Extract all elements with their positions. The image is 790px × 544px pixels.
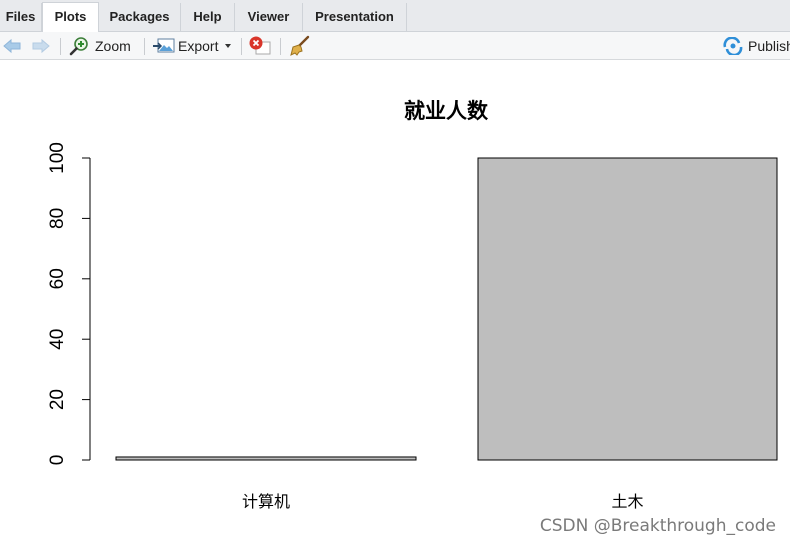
tab-help[interactable]: Help (181, 3, 235, 32)
zoom-label: Zoom (95, 38, 131, 54)
export-image-icon (153, 38, 175, 53)
clear-all-plots-button[interactable] (289, 32, 311, 60)
bar (477, 157, 778, 461)
tab-packages[interactable]: Packages (99, 3, 181, 32)
toolbar-separator (280, 38, 281, 55)
remove-plot-icon (249, 36, 271, 55)
export-label: Export (178, 38, 219, 54)
x-category-label: 计算机 (242, 492, 290, 511)
back-button[interactable] (2, 32, 22, 60)
x-category-label: 土木 (611, 492, 643, 511)
tab-plots[interactable]: Plots (42, 2, 99, 33)
y-tick-label: 40 (47, 329, 68, 350)
remove-plot-button[interactable] (248, 32, 272, 60)
y-tick-label: 80 (47, 208, 68, 229)
publish-icon (723, 37, 743, 55)
export-dropdown[interactable]: Export (153, 32, 234, 60)
arrow-left-icon (3, 38, 21, 54)
publish-label: Publish (748, 38, 790, 54)
tab-help-label: Help (193, 9, 222, 24)
pane-tab-bar: Files Plots Packages Help Viewer Present… (0, 0, 790, 33)
plot-canvas: 就业人数 0 20 40 60 80 100 计算机 土木 (47, 98, 778, 511)
toolbar-separator (60, 38, 61, 55)
plots-toolbar: Zoom Export Publish (0, 32, 790, 60)
toolbar-separator (241, 38, 242, 55)
tab-packages-label: Packages (109, 9, 170, 24)
zoom-button[interactable]: Zoom (69, 32, 131, 60)
tab-viewer[interactable]: Viewer (235, 3, 303, 32)
tab-files-label: Files (5, 9, 36, 24)
publish-button[interactable]: Publish (722, 32, 790, 60)
tab-plots-label: Plots (54, 9, 87, 24)
tab-presentation-label: Presentation (315, 9, 394, 24)
watermark: CSDN @Breakthrough_code (539, 516, 776, 536)
y-tick-label: 100 (47, 142, 68, 174)
zoom-magnifier-icon (69, 37, 88, 56)
chart-title: 就业人数 (404, 98, 489, 123)
bar (115, 456, 417, 461)
y-tick-label: 0 (47, 455, 68, 466)
broom-icon (290, 35, 310, 56)
tab-files[interactable]: Files (0, 3, 42, 32)
toolbar-separator (144, 38, 145, 55)
caret-down-icon (225, 44, 232, 48)
y-tick-label: 20 (47, 389, 68, 410)
arrow-right-icon (32, 38, 50, 54)
forward-button[interactable] (31, 32, 51, 60)
tab-viewer-label: Viewer (247, 9, 290, 24)
tab-presentation[interactable]: Presentation (303, 3, 407, 32)
y-tick-label: 60 (47, 268, 68, 289)
